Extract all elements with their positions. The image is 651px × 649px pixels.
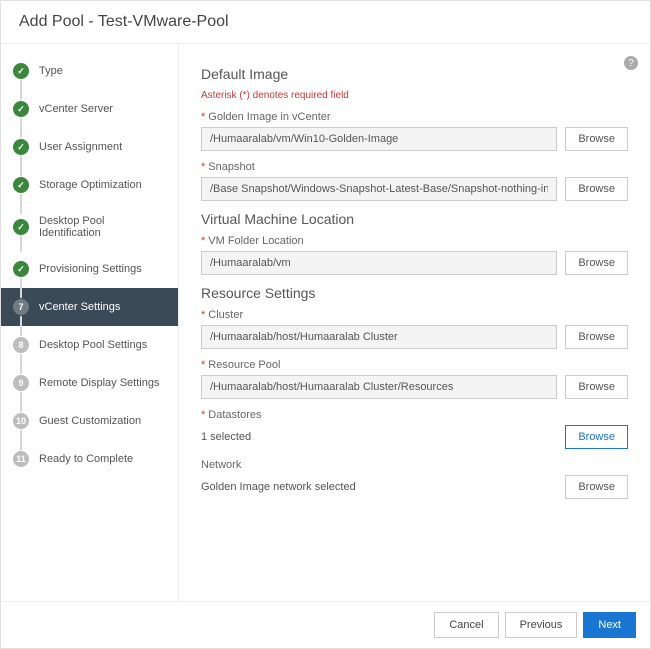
golden-image-input[interactable] xyxy=(201,127,557,151)
step-label: Ready to Complete xyxy=(39,453,133,465)
golden-image-label: *Golden Image in vCenter xyxy=(201,111,628,123)
check-icon: ✓ xyxy=(13,219,29,235)
datastores-browse-button[interactable]: Browse xyxy=(565,425,628,449)
step-label: Type xyxy=(39,65,63,77)
step-label: Desktop Pool Settings xyxy=(39,339,147,351)
step-number-badge: 10 xyxy=(13,413,29,429)
step-number-badge: 8 xyxy=(13,337,29,353)
network-status: Golden Image network selected xyxy=(201,477,557,497)
required-asterisk: * xyxy=(201,111,205,123)
next-button[interactable]: Next xyxy=(583,612,636,638)
step-connector xyxy=(20,392,22,412)
step-connector xyxy=(20,354,22,374)
wizard-step-type[interactable]: ✓ Type xyxy=(1,52,178,90)
page-title: Add Pool - Test-VMware-Pool xyxy=(19,13,632,31)
cancel-button[interactable]: Cancel xyxy=(434,612,498,638)
step-connector xyxy=(20,118,22,138)
cluster-label: *Cluster xyxy=(201,309,628,321)
resource-pool-label: *Resource Pool xyxy=(201,359,628,371)
step-label: vCenter Server xyxy=(39,103,113,115)
main-content: ? Default Image Asterisk (*) denotes req… xyxy=(179,44,650,601)
step-connector xyxy=(20,278,22,298)
step-connector xyxy=(20,430,22,450)
wizard-step-provisioning-settings[interactable]: ✓ Provisioning Settings xyxy=(1,250,178,288)
step-label: Remote Display Settings xyxy=(39,377,159,389)
golden-image-browse-button[interactable]: Browse xyxy=(565,127,628,151)
wizard-steps-sidebar: ✓ Type ✓ vCenter Server ✓ User Assignment ✓ Sto… xyxy=(1,44,179,601)
step-number-badge: 7 xyxy=(13,299,29,315)
wizard-step-ready-to-complete[interactable]: 11 Ready to Complete xyxy=(1,440,178,478)
check-icon: ✓ xyxy=(13,139,29,155)
resource-pool-input[interactable] xyxy=(201,375,557,399)
step-number-badge: 11 xyxy=(13,451,29,467)
snapshot-input[interactable] xyxy=(201,177,557,201)
step-label: vCenter Settings xyxy=(39,301,120,313)
check-icon: ✓ xyxy=(13,63,29,79)
required-asterisk: * xyxy=(201,359,205,371)
step-label: Provisioning Settings xyxy=(39,263,142,275)
previous-button[interactable]: Previous xyxy=(505,612,578,638)
required-asterisk: * xyxy=(201,409,205,421)
step-label: User Assignment xyxy=(39,141,122,153)
cluster-input[interactable] xyxy=(201,325,557,349)
datastores-status: 1 selected xyxy=(201,427,557,447)
required-asterisk: * xyxy=(201,235,205,247)
wizard-step-vcenter-server[interactable]: ✓ vCenter Server xyxy=(1,90,178,128)
step-label: Guest Customization xyxy=(39,415,141,427)
step-connector xyxy=(20,316,22,336)
required-field-note: Asterisk (*) denotes required field xyxy=(201,90,628,101)
step-connector xyxy=(20,194,22,214)
step-connector xyxy=(20,156,22,176)
required-asterisk: * xyxy=(201,161,205,173)
wizard-step-desktop-pool-settings[interactable]: 8 Desktop Pool Settings xyxy=(1,326,178,364)
check-icon: ✓ xyxy=(13,101,29,117)
section-title-default-image: Default Image xyxy=(201,66,628,82)
wizard-step-vcenter-settings[interactable]: 7 vCenter Settings xyxy=(1,288,178,326)
vm-folder-label: *VM Folder Location xyxy=(201,235,628,247)
datastores-label: *Datastores xyxy=(201,409,628,421)
step-label: Storage Optimization xyxy=(39,179,142,191)
wizard-step-user-assignment[interactable]: ✓ User Assignment xyxy=(1,128,178,166)
vm-folder-browse-button[interactable]: Browse xyxy=(565,251,628,275)
step-number-badge: 9 xyxy=(13,375,29,391)
step-label: Desktop Pool Identification xyxy=(39,215,166,239)
network-browse-button[interactable]: Browse xyxy=(565,475,628,499)
dialog-footer: Cancel Previous Next xyxy=(1,601,650,648)
required-asterisk: * xyxy=(201,309,205,321)
vm-folder-input[interactable] xyxy=(201,251,557,275)
check-icon: ✓ xyxy=(13,261,29,277)
snapshot-browse-button[interactable]: Browse xyxy=(565,177,628,201)
section-title-vm-location: Virtual Machine Location xyxy=(201,211,628,227)
dialog-header: Add Pool - Test-VMware-Pool xyxy=(1,1,650,44)
help-icon[interactable]: ? xyxy=(624,56,638,70)
step-connector xyxy=(20,80,22,100)
check-icon: ✓ xyxy=(13,177,29,193)
wizard-step-storage-optimization[interactable]: ✓ Storage Optimization xyxy=(1,166,178,204)
wizard-step-desktop-pool-identification[interactable]: ✓ Desktop Pool Identification xyxy=(1,204,178,250)
cluster-browse-button[interactable]: Browse xyxy=(565,325,628,349)
section-title-resource-settings: Resource Settings xyxy=(201,285,628,301)
network-label: Network xyxy=(201,459,628,471)
wizard-step-remote-display-settings[interactable]: 9 Remote Display Settings xyxy=(1,364,178,402)
snapshot-label: *Snapshot xyxy=(201,161,628,173)
resource-pool-browse-button[interactable]: Browse xyxy=(565,375,628,399)
wizard-step-guest-customization[interactable]: 10 Guest Customization xyxy=(1,402,178,440)
step-connector xyxy=(20,232,22,252)
